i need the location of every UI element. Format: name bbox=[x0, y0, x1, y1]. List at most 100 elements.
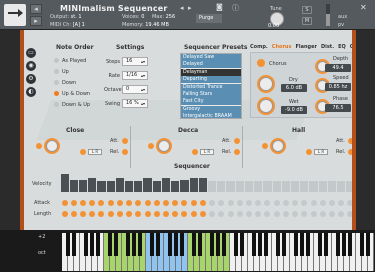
info-icon[interactable]: ⓘ bbox=[232, 3, 239, 13]
length-step-knob[interactable] bbox=[227, 211, 234, 217]
velocity-bar[interactable] bbox=[263, 181, 272, 192]
black-key[interactable] bbox=[150, 233, 154, 256]
velocity-bar[interactable] bbox=[125, 181, 134, 192]
header-back-arrow[interactable]: ◂ bbox=[30, 4, 42, 14]
preset-list[interactable]: Delayed Saw Delayed Delayman Departing Disto… bbox=[180, 53, 242, 119]
velocity-bar[interactable] bbox=[235, 181, 244, 192]
attack-step-knob[interactable] bbox=[107, 200, 114, 206]
output-info[interactable]: Output: st. 1 bbox=[50, 14, 82, 20]
black-key[interactable] bbox=[282, 233, 286, 256]
attack-step-knob[interactable] bbox=[273, 200, 280, 206]
black-key[interactable] bbox=[180, 233, 184, 256]
attack-step-knob[interactable] bbox=[319, 200, 326, 206]
attack-step-knob[interactable] bbox=[70, 200, 77, 206]
length-step-knob[interactable] bbox=[61, 211, 68, 217]
black-key[interactable] bbox=[348, 233, 352, 256]
camera-icon[interactable]: ◙ bbox=[216, 3, 223, 11]
reverb-width-knob[interactable] bbox=[80, 149, 86, 155]
attack-step-knob[interactable] bbox=[116, 200, 123, 206]
velocity-bar[interactable] bbox=[272, 181, 281, 192]
fx-tab[interactable]: Conv. bbox=[350, 44, 352, 50]
length-step-knob[interactable] bbox=[273, 211, 280, 217]
attack-step-knob[interactable] bbox=[135, 200, 142, 206]
reverb-pan-slider[interactable]: L R bbox=[314, 149, 328, 155]
black-key[interactable] bbox=[294, 233, 298, 256]
setting-stepper[interactable]: 16 ▴▾ bbox=[122, 57, 148, 66]
black-key[interactable] bbox=[276, 233, 280, 256]
velocity-bar[interactable] bbox=[88, 178, 97, 192]
velocity-bar[interactable] bbox=[217, 181, 226, 192]
black-key[interactable] bbox=[318, 233, 322, 256]
pitch-value[interactable]: +2 bbox=[38, 234, 45, 240]
black-key[interactable] bbox=[216, 233, 220, 256]
black-key[interactable] bbox=[138, 233, 142, 256]
black-key[interactable] bbox=[366, 233, 370, 256]
black-key[interactable] bbox=[192, 233, 196, 256]
length-step-knob[interactable] bbox=[236, 211, 243, 217]
octave-label[interactable]: oct bbox=[38, 250, 46, 256]
preset-item[interactable]: Falling Stars bbox=[181, 90, 241, 98]
black-key[interactable] bbox=[132, 233, 136, 256]
length-step-knob[interactable] bbox=[199, 211, 206, 217]
reverb-attack-knob[interactable] bbox=[348, 138, 352, 144]
velocity-bar[interactable] bbox=[327, 181, 337, 192]
preset-item[interactable]: Departing bbox=[181, 76, 241, 84]
stepper-arrows-icon[interactable]: ▴▾ bbox=[141, 86, 145, 93]
black-key[interactable] bbox=[90, 233, 94, 256]
length-step-knob[interactable] bbox=[116, 211, 123, 217]
velocity-bar[interactable] bbox=[180, 180, 189, 192]
attack-step-knob[interactable] bbox=[328, 200, 335, 206]
attack-step-knob[interactable] bbox=[292, 200, 299, 206]
volume-slider[interactable] bbox=[326, 4, 330, 26]
note-order-option[interactable]: Down bbox=[54, 80, 76, 86]
velocity-bar[interactable] bbox=[309, 181, 318, 192]
length-step-knob[interactable] bbox=[328, 211, 335, 217]
setting-stepper[interactable]: 0 ▴▾ bbox=[122, 85, 148, 94]
length-step-knob[interactable] bbox=[98, 211, 105, 217]
reverb-level-knob[interactable] bbox=[46, 140, 58, 152]
attack-step-knob[interactable] bbox=[227, 200, 234, 206]
velocity-bar[interactable] bbox=[161, 178, 171, 192]
black-key[interactable] bbox=[126, 233, 130, 256]
reverb-pan-slider[interactable]: L R bbox=[200, 149, 214, 155]
attack-step-knob[interactable] bbox=[172, 200, 179, 206]
piano-keyboard[interactable] bbox=[62, 233, 374, 271]
velocity-bar[interactable] bbox=[189, 178, 198, 192]
settings-icon[interactable]: ⚙ bbox=[26, 74, 36, 84]
reverb-pan-slider[interactable]: L R bbox=[88, 149, 102, 155]
length-step-knob[interactable] bbox=[310, 211, 317, 217]
depth-value[interactable]: 49.4 bbox=[325, 64, 351, 72]
velocity-bar[interactable] bbox=[60, 174, 69, 192]
black-key[interactable] bbox=[66, 233, 70, 256]
black-key[interactable] bbox=[264, 233, 268, 256]
next-preset-icon[interactable]: ▸ bbox=[188, 4, 192, 12]
length-step-knob[interactable] bbox=[255, 211, 262, 217]
disk-icon[interactable]: ◉ bbox=[26, 61, 36, 71]
preset-item[interactable]: Fast City bbox=[181, 98, 241, 106]
length-step-knob[interactable] bbox=[319, 211, 326, 217]
velocity-bar[interactable] bbox=[337, 181, 346, 192]
setting-stepper[interactable]: 16 % ▴▾ bbox=[122, 99, 148, 108]
black-key[interactable] bbox=[108, 233, 112, 256]
length-step-knob[interactable] bbox=[153, 211, 160, 217]
note-order-option[interactable]: Up & Down bbox=[54, 91, 90, 97]
prev-preset-icon[interactable]: ◂ bbox=[180, 4, 184, 12]
attack-step-knob[interactable] bbox=[144, 200, 151, 206]
black-key[interactable] bbox=[336, 233, 340, 256]
length-step-knob[interactable] bbox=[89, 211, 96, 217]
screen-icon[interactable]: ▭ bbox=[26, 48, 36, 58]
black-key[interactable] bbox=[222, 233, 226, 256]
length-step-knob[interactable] bbox=[181, 211, 188, 217]
dry-value[interactable]: 6.0 dB bbox=[281, 84, 307, 92]
attack-step-knob[interactable] bbox=[236, 200, 243, 206]
attack-step-knob[interactable] bbox=[245, 200, 252, 206]
attack-step-knob[interactable] bbox=[126, 200, 133, 206]
preset-item[interactable]: Delayman bbox=[181, 68, 241, 76]
velocity-bar[interactable] bbox=[106, 181, 115, 192]
fx-tab[interactable]: Flanger bbox=[295, 44, 317, 50]
reverb-release-knob[interactable] bbox=[122, 149, 128, 155]
setting-stepper[interactable]: 1/16 ▴▾ bbox=[122, 71, 148, 80]
black-key[interactable] bbox=[84, 233, 88, 256]
reverb-width-knob[interactable] bbox=[192, 149, 198, 155]
stepper-arrows-icon[interactable]: ▴▾ bbox=[141, 100, 145, 107]
